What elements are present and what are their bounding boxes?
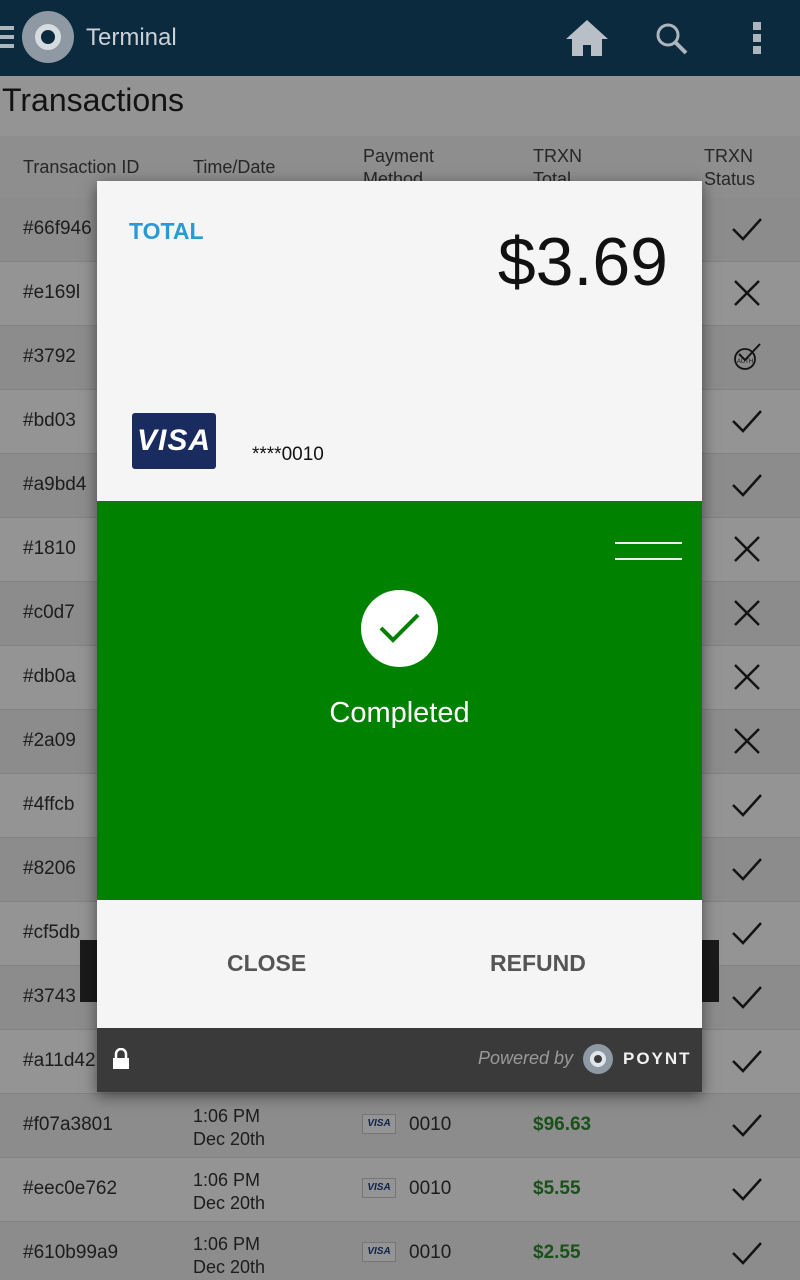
refund-button[interactable]: REFUND — [490, 950, 586, 977]
app-logo-icon — [22, 11, 74, 63]
lock-icon — [113, 1048, 129, 1069]
success-check-icon — [361, 590, 438, 667]
card-masked-number: ****0010 — [252, 444, 324, 465]
total-amount: $3.69 — [497, 224, 668, 300]
status-panel: Completed — [97, 501, 702, 900]
search-icon[interactable] — [655, 22, 689, 56]
visa-card-logo: VISA — [132, 413, 216, 469]
background-button-edge — [700, 940, 719, 1002]
signature-lines-icon — [615, 542, 682, 566]
powered-by-text: Powered by — [478, 1048, 574, 1068]
close-button[interactable]: CLOSE — [227, 950, 306, 977]
home-icon[interactable] — [564, 18, 610, 58]
poynt-logo-icon — [583, 1044, 613, 1074]
dialog-footer: Powered by POYNT — [97, 1028, 702, 1092]
dialog-actions: CLOSE REFUND — [97, 900, 702, 1028]
transaction-dialog: TOTAL $3.69 VISA ****0010 Completed CLOS… — [97, 181, 702, 1092]
status-text: Completed — [329, 697, 470, 729]
total-label: TOTAL — [129, 218, 204, 244]
poynt-brand: POYNT — [623, 1049, 692, 1068]
app-title: Terminal — [86, 24, 177, 51]
menu-icon[interactable] — [0, 26, 14, 50]
app-bar: Terminal — [0, 0, 800, 76]
more-vert-icon[interactable] — [750, 22, 764, 54]
